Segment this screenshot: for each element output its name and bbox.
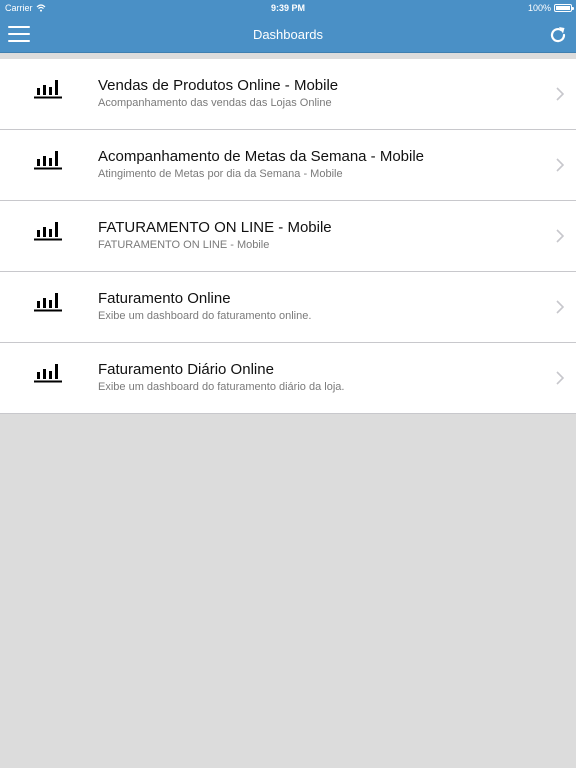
chevron-right-icon [556, 87, 564, 101]
refresh-icon[interactable] [548, 25, 568, 45]
page-title: Dashboards [252, 27, 324, 42]
battery-icon [554, 4, 574, 12]
dashboard-list: Vendas de Produtos Online - Mobile Acomp… [0, 59, 576, 414]
dashboard-title: FATURAMENTO ON LINE - Mobile [98, 219, 332, 236]
status-time: 9:39 PM [270, 3, 305, 13]
battery-indicator: 100% [527, 3, 574, 13]
dashboard-title: Vendas de Produtos Online - Mobile [98, 77, 339, 94]
dashboard-list-item[interactable]: FATURAMENTO ON LINE - Mobile FATURAMENTO… [0, 201, 576, 272]
bar-chart-icon [34, 293, 62, 312]
bar-chart-icon [34, 80, 62, 99]
chevron-right-icon [556, 158, 564, 172]
bar-chart-icon [34, 222, 62, 241]
dashboard-subtitle: Acompanhamento das vendas das Lojas Onli… [98, 97, 332, 109]
bar-chart-icon [34, 151, 62, 170]
dashboard-list-item[interactable]: Acompanhamento de Metas da Semana - Mobi… [0, 130, 576, 201]
bar-chart-icon [34, 364, 62, 383]
chevron-right-icon [556, 229, 564, 243]
dashboard-title: Acompanhamento de Metas da Semana - Mobi… [98, 148, 425, 165]
dashboard-list-item[interactable]: Vendas de Produtos Online - Mobile Acomp… [0, 59, 576, 130]
nav-bar: Dashboards [0, 16, 576, 53]
dashboard-subtitle: FATURAMENTO ON LINE - Mobile [98, 239, 270, 251]
dashboard-subtitle: Exibe um dashboard do faturamento diário… [98, 381, 345, 393]
chevron-right-icon [556, 300, 564, 314]
dashboard-subtitle: Exibe um dashboard do faturamento online… [98, 310, 312, 322]
battery-percent: 100% [527, 3, 551, 13]
dashboard-subtitle: Atingimento de Metas por dia da Semana -… [98, 168, 343, 180]
status-bar: Carrier 9:39 PM 100% [0, 0, 576, 16]
dashboard-title: Faturamento Diário Online [98, 361, 274, 378]
dashboard-list-item[interactable]: Faturamento Online Exibe um dashboard do… [0, 272, 576, 343]
chevron-right-icon [556, 371, 564, 385]
dashboard-title: Faturamento Online [98, 290, 231, 307]
dashboard-list-item[interactable]: Faturamento Diário Online Exibe um dashb… [0, 343, 576, 414]
